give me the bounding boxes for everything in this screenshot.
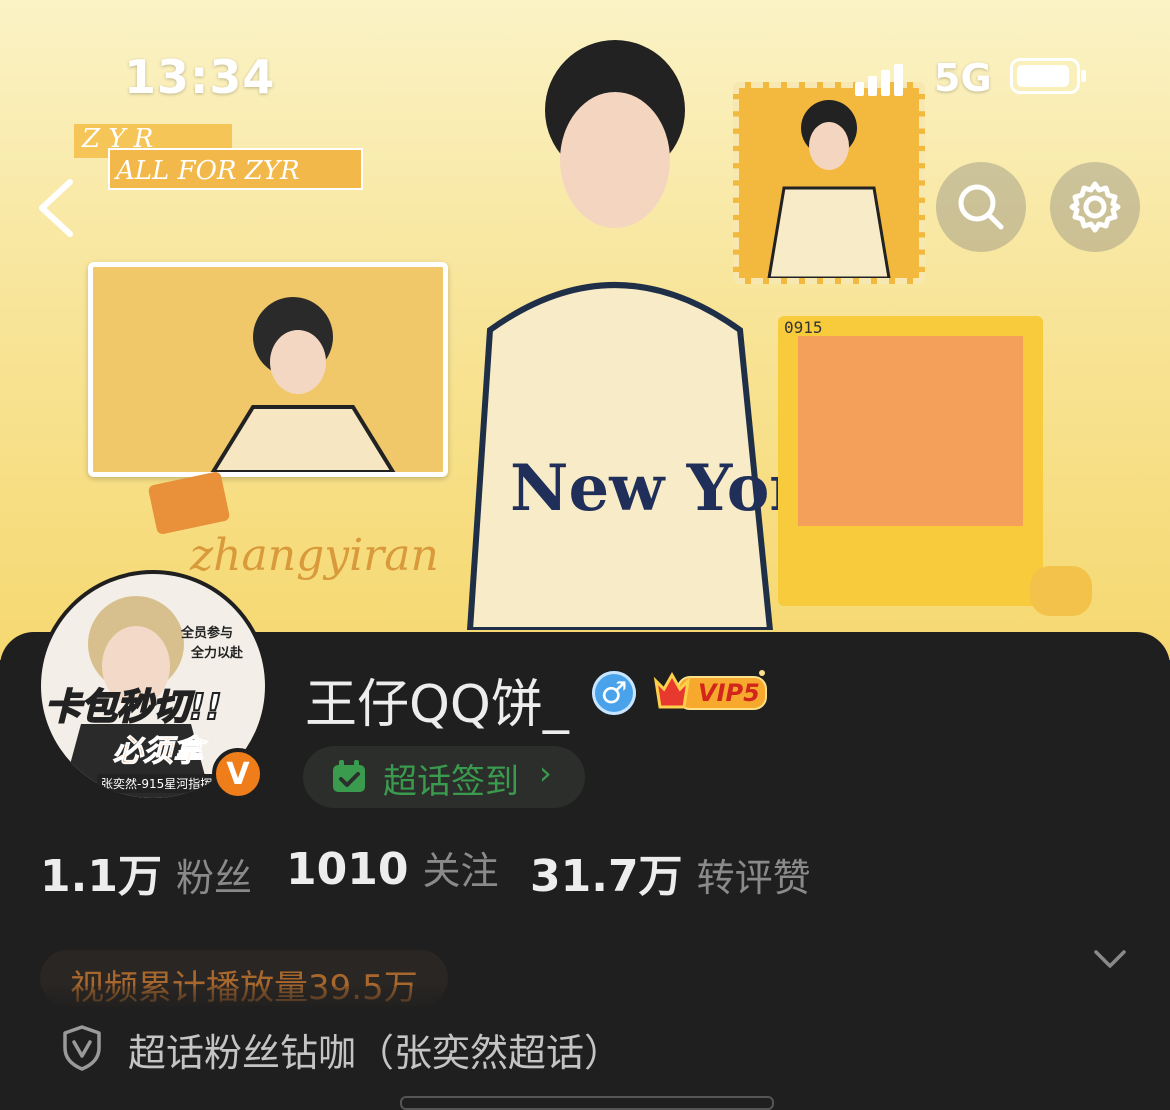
cover-photo-top-right [733, 82, 925, 284]
vip-level-label: VIP5 [698, 679, 760, 707]
cover-label-all-for-zyr: ALL FOR ZYR [108, 148, 363, 190]
stat-following-value: 1010 [286, 844, 409, 895]
home-indicator [400, 1096, 774, 1110]
search-button[interactable] [936, 162, 1026, 252]
cover-date-text: 0915 [784, 318, 823, 337]
stat-fans[interactable]: 1.1万 粉丝 [40, 840, 252, 904]
settings-button[interactable] [1050, 162, 1140, 252]
video-chip-overlay [0, 986, 700, 1016]
avatar-text-3: 卡包秒切!! [44, 686, 223, 729]
avatar-text-4: 必须拿 [113, 734, 204, 770]
network-type: 5G [934, 56, 992, 100]
stat-interactions[interactable]: 31.7万 转评赞 [530, 840, 811, 904]
verified-badge: V [212, 748, 264, 800]
shield-v-icon [63, 1025, 101, 1071]
cover-photo-right: 0915 [778, 316, 1043, 606]
fan-title-row[interactable]: 超话粉丝钻咖（张奕然超话） [60, 1022, 680, 1075]
checkin-icon [333, 760, 365, 792]
cover-shirt-text: New York [510, 451, 780, 526]
cover-signature-text: zhangyiran [190, 530, 439, 581]
checkin-chevron-icon: › [539, 754, 552, 792]
battery-icon [1010, 58, 1086, 94]
stat-fans-value: 1.1万 [40, 851, 162, 902]
stat-interactions-label: 转评赞 [696, 856, 811, 900]
cover-photo-left [88, 262, 448, 477]
checkin-label: 超话签到 [383, 762, 519, 802]
portrait-image [209, 297, 397, 474]
search-icon [958, 184, 1004, 230]
stat-following[interactable]: 1010 关注 [286, 840, 498, 895]
cover-cassette [147, 470, 231, 536]
chevron-down-icon[interactable] [1090, 944, 1130, 974]
stat-fans-label: 粉丝 [175, 856, 252, 900]
cover-macaron [1030, 566, 1092, 616]
cover-banner[interactable]: New York 0915 Z Y R ALL FOR ZYR zhangyir… [0, 0, 1170, 660]
gender-male-icon: ♂ [592, 671, 636, 715]
avatar-text-2: 全力以赴 [191, 646, 244, 661]
avatar-text-5: 张奕然-915星河指挥 [97, 774, 217, 793]
fan-title-text: 超话粉丝钻咖（张奕然超话） [128, 1031, 623, 1075]
vip-badge[interactable]: VIP5 [652, 667, 768, 715]
username: 王仔QQ饼_ [305, 675, 569, 735]
stat-interactions-value: 31.7万 [530, 851, 683, 902]
status-time: 13:34 [124, 50, 276, 104]
checkin-button[interactable]: 超话签到 › [303, 746, 585, 808]
cover-photo-center: New York [450, 30, 849, 633]
back-icon[interactable] [30, 176, 86, 240]
avatar-text-1: 全员参与 [181, 626, 234, 641]
signal-icon [855, 64, 903, 96]
stat-following-label: 关注 [422, 849, 499, 893]
gear-icon [1069, 181, 1121, 233]
